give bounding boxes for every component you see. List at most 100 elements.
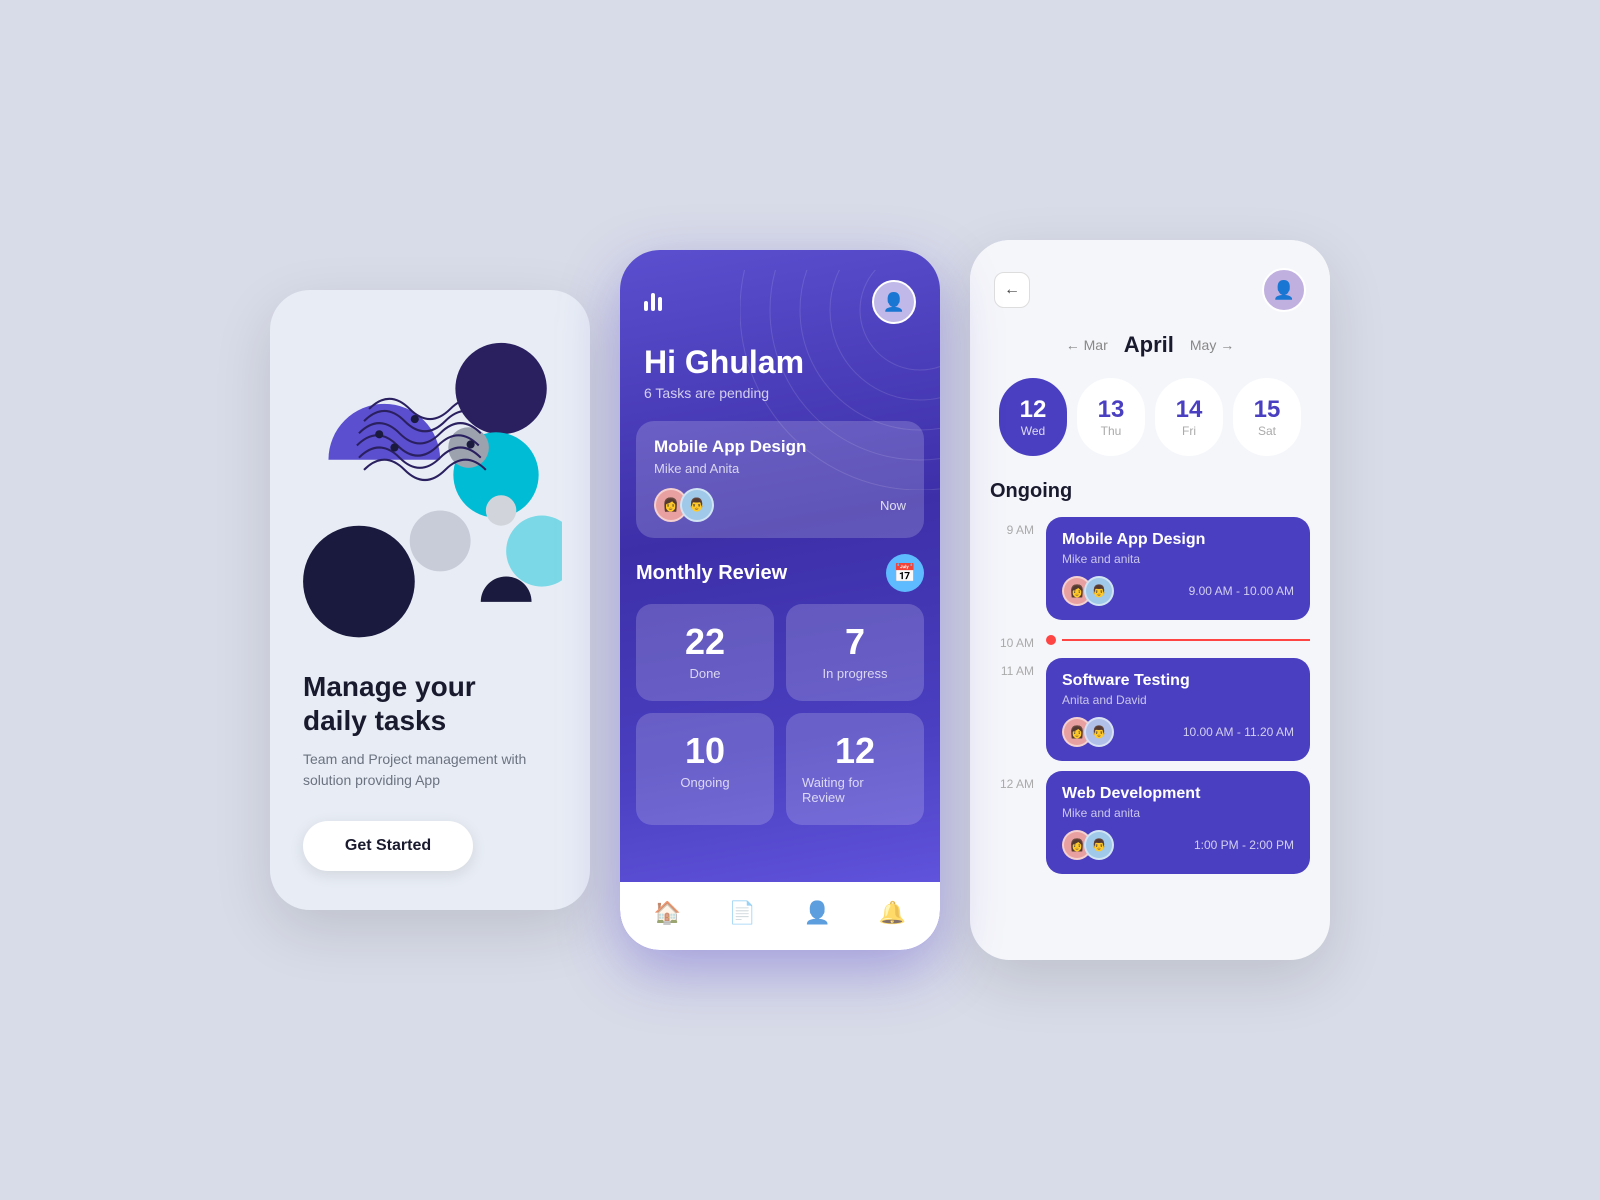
- schedule-mobile-app[interactable]: Mobile App Design Mike and anita 👩 👨 9.0…: [1046, 517, 1310, 620]
- stat-ongoing-label: Ongoing: [680, 775, 729, 790]
- screens-container: Manage yourdaily tasks Team and Project …: [270, 240, 1330, 960]
- screen3-header: ← 👤: [970, 240, 1330, 326]
- task-title: Mobile App Design: [654, 437, 906, 457]
- date-num-14: 14: [1176, 396, 1203, 424]
- screen2-body: Mobile App Design Mike and Anita 👩 👨 Now…: [620, 421, 940, 882]
- scard-time-1: 9.00 AM - 10.00 AM: [1189, 584, 1294, 598]
- scard-avatars-2: 👩 👨: [1062, 717, 1106, 747]
- calendar-icon-btn[interactable]: 📅: [886, 554, 924, 592]
- schedule-software-testing[interactable]: Software Testing Anita and David 👩 👨 10.…: [1046, 658, 1310, 761]
- prev-month-arrow[interactable]: ← Mar: [1066, 337, 1108, 353]
- nav-doc-icon[interactable]: 📄: [729, 900, 756, 926]
- stat-waiting-number: 12: [835, 733, 875, 769]
- scard-sub-1: Mike and anita: [1062, 552, 1294, 566]
- date-15[interactable]: 15 Sat: [1233, 378, 1301, 456]
- ongoing-title: Ongoing: [990, 480, 1310, 503]
- stats-grid: 22 Done 7 In progress 10 Ongoing 12 Wait…: [636, 604, 924, 825]
- greeting-title: Hi Ghulam: [644, 344, 916, 381]
- scard-sub-3: Mike and anita: [1062, 806, 1294, 820]
- date-day-13: Thu: [1101, 424, 1122, 438]
- current-time-line: [1046, 635, 1310, 645]
- screen2-dashboard: 👤 Hi Ghulam 6 Tasks are pending Mobile A…: [620, 250, 940, 950]
- next-month-label: May: [1190, 337, 1216, 353]
- stat-done-label: Done: [689, 666, 720, 681]
- now-badge: Now: [880, 498, 906, 513]
- date-12[interactable]: 12 Wed: [999, 378, 1067, 456]
- scard-time-2: 10.00 AM - 11.20 AM: [1183, 725, 1294, 739]
- scard-footer-1: 👩 👨 9.00 AM - 10.00 AM: [1062, 576, 1294, 606]
- date-13[interactable]: 13 Thu: [1077, 378, 1145, 456]
- scard-avatar-2b: 👨: [1084, 717, 1114, 747]
- get-started-button[interactable]: Get Started: [303, 821, 473, 871]
- scard-title-1: Mobile App Design: [1062, 531, 1294, 549]
- review-header: Monthly Review 📅: [636, 554, 924, 592]
- stat-inprogress-label: In progress: [822, 666, 887, 681]
- current-dot: [1046, 635, 1056, 645]
- stat-inprogress-number: 7: [845, 624, 865, 660]
- screen1-subtitle: Team and Project management with solutio…: [303, 749, 557, 791]
- scard-avatars-3: 👩 👨: [1062, 830, 1106, 860]
- date-num-15: 15: [1254, 396, 1281, 424]
- ongoing-section: Ongoing 9 AM Mobile App Design Mike and …: [970, 474, 1330, 960]
- scard-time-3: 1:00 PM - 2:00 PM: [1194, 838, 1294, 852]
- month-navigation: ← Mar April May →: [970, 326, 1330, 372]
- date-day-14: Fri: [1182, 424, 1196, 438]
- stat-waiting-label: Waiting for Review: [802, 775, 908, 805]
- date-num-13: 13: [1098, 396, 1125, 424]
- back-button[interactable]: ←: [994, 272, 1030, 308]
- user-avatar-cal[interactable]: 👤: [1262, 268, 1306, 312]
- task-card[interactable]: Mobile App Design Mike and Anita 👩 👨 Now: [636, 421, 924, 538]
- prev-month-label: Mar: [1084, 337, 1108, 353]
- date-day-15: Sat: [1258, 424, 1276, 438]
- task-avatar-group: 👩 👨: [654, 488, 706, 522]
- nav-home-icon[interactable]: 🏠: [654, 900, 681, 926]
- date-14[interactable]: 14 Fri: [1155, 378, 1223, 456]
- review-title: Monthly Review: [636, 562, 787, 585]
- time-12am: 12 AM: [990, 771, 1034, 884]
- time-10am: 10 AM: [990, 630, 1034, 650]
- time-11am: 11 AM: [990, 658, 1034, 771]
- scard-title-2: Software Testing: [1062, 672, 1294, 690]
- timeline-current: 10 AM: [990, 630, 1310, 650]
- time-9am: 9 AM: [990, 517, 1034, 630]
- stat-ongoing-number: 10: [685, 733, 725, 769]
- avatar-2: 👨: [680, 488, 714, 522]
- user-avatar[interactable]: 👤: [872, 280, 916, 324]
- screen1-onboarding: Manage yourdaily tasks Team and Project …: [270, 290, 590, 910]
- screen2-header: 👤: [620, 250, 940, 334]
- schedule-row-9am: 9 AM Mobile App Design Mike and anita 👩 …: [990, 517, 1310, 630]
- schedule-web-dev[interactable]: Web Development Mike and anita 👩 👨 1:00 …: [1046, 771, 1310, 874]
- date-day-12: Wed: [1021, 424, 1045, 438]
- nav-user-icon[interactable]: 👤: [804, 900, 831, 926]
- stat-waiting: 12 Waiting for Review: [786, 713, 924, 825]
- stat-done-number: 22: [685, 624, 725, 660]
- scard-footer-3: 👩 👨 1:00 PM - 2:00 PM: [1062, 830, 1294, 860]
- stat-inprogress: 7 In progress: [786, 604, 924, 701]
- next-month-arrow[interactable]: May →: [1190, 337, 1234, 353]
- stat-ongoing: 10 Ongoing: [636, 713, 774, 825]
- current-month: April: [1124, 332, 1174, 358]
- illustration: [298, 320, 562, 640]
- date-num-12: 12: [1020, 396, 1047, 424]
- current-red-line: [1062, 639, 1310, 641]
- scard-footer-2: 👩 👨 10.00 AM - 11.20 AM: [1062, 717, 1294, 747]
- scard-avatar-3b: 👨: [1084, 830, 1114, 860]
- task-members: Mike and Anita: [654, 461, 906, 476]
- scard-avatar-1b: 👨: [1084, 576, 1114, 606]
- schedule-row-12am: 12 AM Web Development Mike and anita 👩 👨…: [990, 771, 1310, 884]
- screen1-text: Manage yourdaily tasks Team and Project …: [298, 670, 562, 871]
- scard-sub-2: Anita and David: [1062, 693, 1294, 707]
- date-row: 12 Wed 13 Thu 14 Fri 15 Sat: [970, 372, 1330, 474]
- stat-done: 22 Done: [636, 604, 774, 701]
- scard-avatars-1: 👩 👨: [1062, 576, 1106, 606]
- review-section: Monthly Review 📅 22 Done 7 In progress 1…: [636, 554, 924, 825]
- bar-chart-icon[interactable]: [644, 293, 662, 311]
- task-footer: 👩 👨 Now: [654, 488, 906, 522]
- nav-bell-icon[interactable]: 🔔: [879, 900, 906, 926]
- screen1-title: Manage yourdaily tasks: [303, 670, 557, 737]
- screen3-calendar: ← 👤 ← Mar April May → 12 Wed 13 Thu 14 F…: [970, 240, 1330, 960]
- bottom-nav: 🏠 📄 👤 🔔: [620, 882, 940, 950]
- schedule-row-11am: 11 AM Software Testing Anita and David 👩…: [990, 658, 1310, 771]
- screen2-greeting-section: Hi Ghulam 6 Tasks are pending: [620, 334, 940, 421]
- scard-title-3: Web Development: [1062, 785, 1294, 803]
